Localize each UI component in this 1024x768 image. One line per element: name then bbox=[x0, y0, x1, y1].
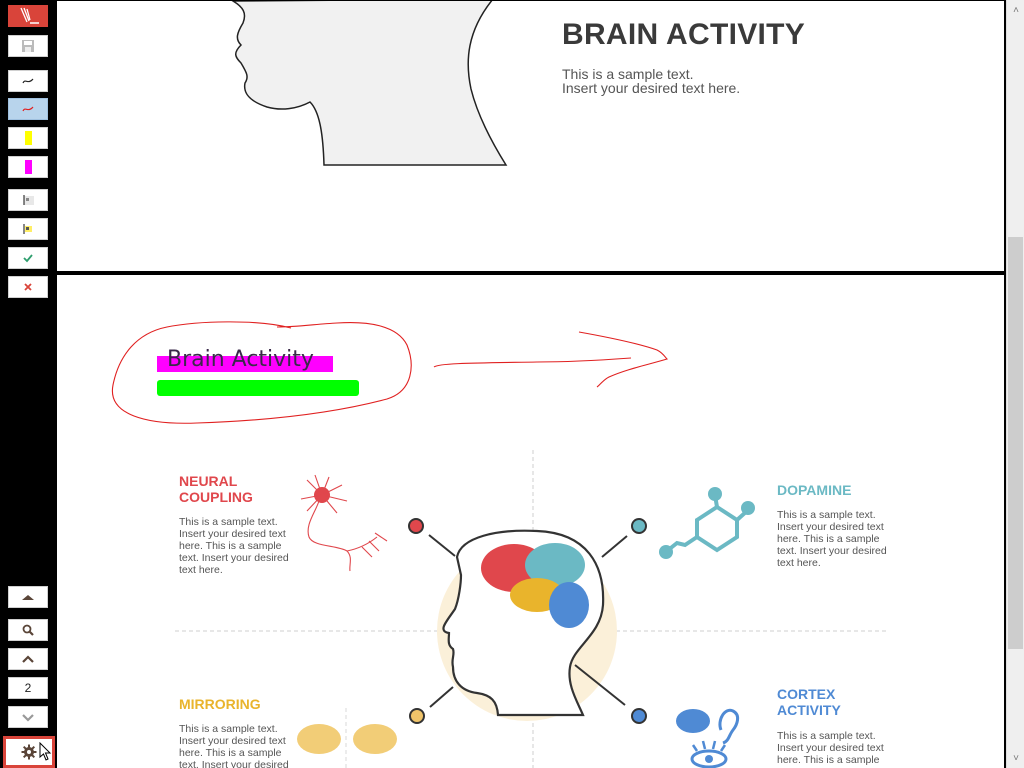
save-button[interactable] bbox=[8, 35, 48, 57]
scroll-up-arrow-icon[interactable]: ˄ bbox=[1007, 2, 1024, 18]
body-line: This is a sample text. bbox=[179, 516, 278, 528]
cortex-activity-title: CORTEX ACTIVITY bbox=[777, 686, 841, 718]
body-line: here. This is a sample bbox=[179, 540, 282, 552]
app-logo-button[interactable] bbox=[8, 5, 48, 27]
brain-occipital-lobe bbox=[549, 582, 589, 628]
gear-icon bbox=[21, 744, 37, 760]
annotation-toolbar: 2 bbox=[0, 0, 56, 768]
text-box-highlight-button[interactable] bbox=[8, 218, 48, 240]
mirror-brain-right-icon bbox=[353, 724, 397, 754]
chevron-down-icon bbox=[22, 714, 34, 722]
slide-title: BRAIN ACTIVITY bbox=[562, 18, 806, 51]
dot-mirroring bbox=[409, 708, 425, 724]
highlighter-yellow-icon bbox=[24, 131, 32, 145]
check-icon bbox=[23, 254, 33, 263]
eye-icon bbox=[690, 740, 728, 768]
pen-logo-icon bbox=[20, 7, 39, 24]
slide-body-text: This is a sample text. Insert your desir… bbox=[562, 67, 740, 95]
cancel-button[interactable] bbox=[8, 276, 48, 298]
title-line: ACTIVITY bbox=[777, 702, 841, 718]
pen-black-button[interactable] bbox=[8, 70, 48, 92]
body-line: Insert your desired text bbox=[179, 528, 286, 540]
body-line: here. This is a sample bbox=[777, 754, 880, 766]
body-line: here. This is a sample bbox=[179, 747, 282, 759]
pen-stroke-red-icon bbox=[22, 106, 34, 112]
body-line: here. This is a sample bbox=[777, 533, 880, 545]
dot-dopamine bbox=[631, 518, 647, 534]
chevron-up-icon bbox=[22, 655, 34, 663]
text-box-highlight-icon bbox=[23, 224, 32, 234]
highlighter-yellow-button[interactable] bbox=[8, 127, 48, 149]
dopamine-body: This is a sample text. Insert your desir… bbox=[777, 509, 889, 569]
title-line: COUPLING bbox=[179, 489, 253, 505]
search-button[interactable] bbox=[8, 619, 48, 641]
vertical-scrollbar[interactable]: ˄ ˅ bbox=[1006, 0, 1024, 768]
page-1: BRAIN ACTIVITY This is a sample text. In… bbox=[57, 1, 1004, 271]
dopamine-molecule-icon bbox=[659, 487, 755, 559]
scroll-down-arrow-icon[interactable]: ˅ bbox=[1007, 750, 1024, 766]
neural-coupling-body: This is a sample text. Insert your desir… bbox=[179, 516, 291, 576]
dot-cortex bbox=[631, 708, 647, 724]
dopamine-title: DOPAMINE bbox=[777, 482, 851, 498]
body-line: This is a sample text. bbox=[777, 509, 876, 521]
title-line: NEURAL bbox=[179, 473, 238, 489]
text-box-icon bbox=[23, 195, 34, 205]
body-line: text. Insert your desired bbox=[179, 552, 289, 564]
scroll-to-top-button[interactable] bbox=[8, 586, 48, 608]
mirroring-body: This is a sample text. Insert your desir… bbox=[179, 723, 291, 768]
body-line-2: Insert your desired text here. bbox=[562, 80, 741, 96]
body-line: This is a sample text. bbox=[777, 730, 876, 742]
mirroring-title: MIRRORING bbox=[179, 696, 261, 712]
body-line: Insert your desired text bbox=[777, 742, 884, 754]
pen-stroke-black-icon bbox=[22, 78, 34, 84]
neuron-icon bbox=[300, 474, 388, 572]
dot-neural bbox=[408, 518, 424, 534]
close-icon bbox=[24, 283, 32, 291]
title-line: MIRRORING bbox=[179, 696, 261, 712]
ear-icon bbox=[718, 708, 740, 745]
body-line: Insert your desired text bbox=[777, 521, 884, 533]
body-line: text here. bbox=[777, 557, 821, 569]
body-line: text here. bbox=[179, 564, 223, 576]
triangle-up-icon bbox=[22, 595, 34, 600]
title-line: DOPAMINE bbox=[777, 482, 852, 498]
connector-dopamine bbox=[601, 535, 628, 558]
mirror-brain-left-icon bbox=[297, 724, 341, 754]
next-page-button[interactable] bbox=[8, 706, 48, 728]
connector-neural bbox=[428, 534, 456, 557]
mouse-cursor-icon bbox=[39, 742, 52, 761]
body-line: This is a sample text. bbox=[179, 723, 278, 735]
body-line: text. Insert your desired bbox=[179, 759, 289, 768]
cortex-activity-body: This is a sample text. Insert your desir… bbox=[777, 730, 889, 766]
head-silhouette-illustration bbox=[231, 1, 508, 166]
floppy-disk-icon bbox=[22, 40, 34, 52]
highlighter-magenta-icon bbox=[24, 160, 32, 174]
settings-button[interactable] bbox=[3, 736, 55, 768]
speech-brain-icon bbox=[676, 709, 710, 733]
title-line: CORTEX bbox=[777, 686, 836, 702]
highlighter-magenta-button[interactable] bbox=[8, 156, 48, 178]
text-box-button[interactable] bbox=[8, 189, 48, 211]
scrollbar-thumb[interactable] bbox=[1008, 237, 1023, 649]
neural-coupling-title: NEURAL COUPLING bbox=[179, 473, 253, 505]
document-viewer: BRAIN ACTIVITY This is a sample text. In… bbox=[56, 0, 1006, 768]
search-icon bbox=[22, 624, 34, 636]
confirm-button[interactable] bbox=[8, 247, 48, 269]
page-2: Brain Activity NEURAL COUPLING This is a… bbox=[57, 275, 1004, 768]
body-line-1: This is a sample text. bbox=[562, 66, 694, 82]
page-number-input[interactable]: 2 bbox=[8, 677, 48, 699]
body-line: Insert your desired text bbox=[179, 735, 286, 747]
body-line: text. Insert your desired bbox=[777, 545, 887, 557]
previous-page-button[interactable] bbox=[8, 648, 48, 670]
pen-red-button[interactable] bbox=[8, 98, 48, 120]
connector-mirroring bbox=[429, 686, 454, 708]
